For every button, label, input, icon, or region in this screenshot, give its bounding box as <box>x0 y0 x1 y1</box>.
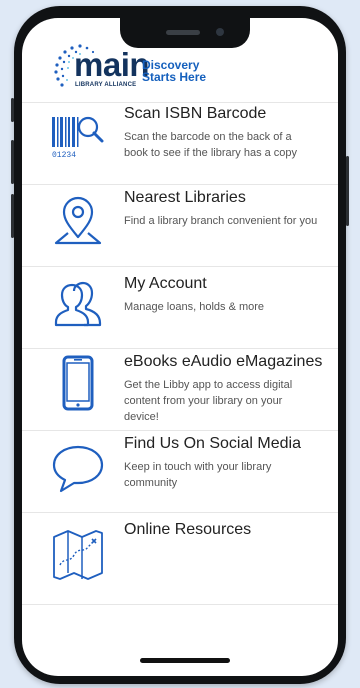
menu-item-nearest-libraries[interactable]: Nearest Libraries Find a library branch … <box>22 184 338 267</box>
smartphone-icon <box>62 355 94 411</box>
desc-line: Scan the barcode on the back of a <box>124 131 292 143</box>
map-icon <box>53 530 103 580</box>
item-description: Get the Libby app to access digital cont… <box>124 377 338 425</box>
tagline: Discovery Starts Here <box>142 59 206 83</box>
desc-line: device! <box>124 411 159 423</box>
menu-item-ebooks[interactable]: eBooks eAudio eMagazines Get the Libby a… <box>22 348 338 431</box>
barcode-digits: 01234 <box>52 151 76 160</box>
item-title: Online Resources <box>124 521 252 538</box>
logo-wordmark: main <box>74 46 150 83</box>
chat-bubble-icon <box>52 445 104 493</box>
menu-item-online-resources[interactable]: Online Resources <box>22 512 338 595</box>
item-title: My Account <box>124 275 207 292</box>
mute-switch <box>11 98 14 122</box>
desc-line: book to see if the library has a copy <box>124 147 298 159</box>
desc-line: Manage loans, holds & more <box>124 301 265 313</box>
item-description: Manage loans, holds & more <box>124 299 338 315</box>
item-description: Scan the barcode on the back of a book t… <box>124 129 338 161</box>
app-header: main LIBRARY ALLIANCE Discovery Starts H… <box>22 18 338 98</box>
item-description: Find a library branch convenient for you <box>124 213 338 229</box>
item-title: Scan ISBN Barcode <box>124 105 267 122</box>
menu-item-scan-isbn[interactable]: 01234 Scan ISBN Barcode Scan the barcode… <box>22 102 338 185</box>
item-title: Nearest Libraries <box>124 189 246 206</box>
menu-item-my-account[interactable]: My Account Manage loans, holds & more <box>22 266 338 349</box>
desc-line: content from your library on your <box>124 395 283 407</box>
location-pin-icon <box>54 196 102 245</box>
logo-subtitle: LIBRARY ALLIANCE <box>75 82 137 88</box>
menu-item-social-media[interactable]: Find Us On Social Media Keep in touch wi… <box>22 430 338 513</box>
tagline-line-2: Starts Here <box>142 70 207 84</box>
item-description: Keep in touch with your library communit… <box>124 459 338 491</box>
item-title: Find Us On Social Media <box>124 435 301 452</box>
item-title: eBooks eAudio eMagazines <box>124 353 323 370</box>
users-icon <box>54 281 102 327</box>
home-indicator[interactable] <box>140 658 230 663</box>
desc-line: Get the Libby app to access digital <box>124 379 293 391</box>
desc-line: Find a library branch convenient for you <box>124 215 318 227</box>
desc-line: Keep in touch with your library <box>124 461 272 473</box>
barcode-scan-icon: 01234 <box>52 116 104 160</box>
phone-screen: main LIBRARY ALLIANCE Discovery Starts H… <box>22 18 338 676</box>
list-divider <box>22 604 338 605</box>
volume-down-button <box>11 194 14 238</box>
power-button <box>346 156 349 226</box>
volume-up-button <box>11 140 14 184</box>
desc-line: community <box>124 477 178 489</box>
